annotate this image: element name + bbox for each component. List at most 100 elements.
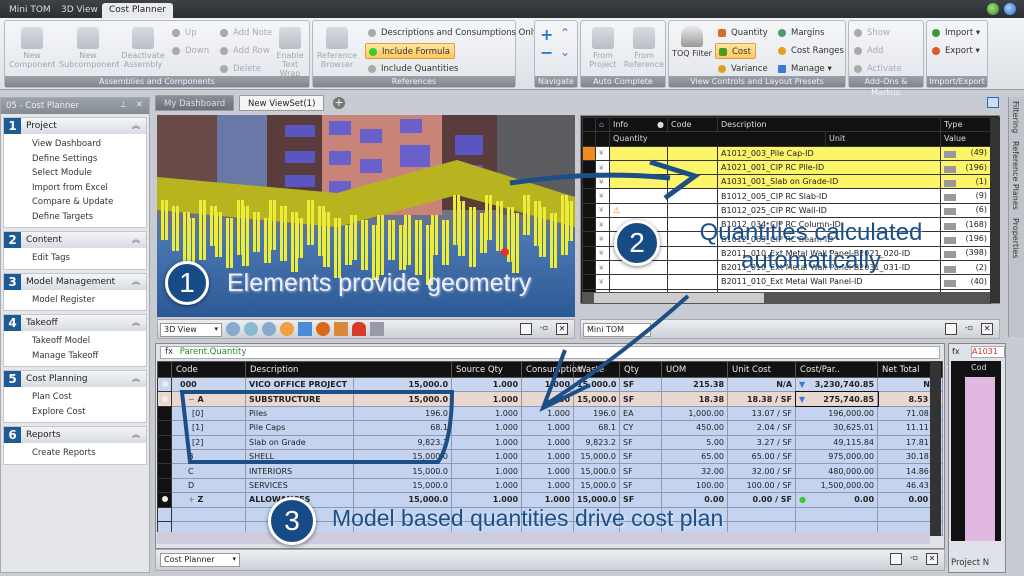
measure-icon[interactable] <box>370 322 384 336</box>
col-unit[interactable]: Unit <box>825 131 941 147</box>
expand-chevron-icon[interactable]: ¥ <box>595 274 610 290</box>
from-reference-button[interactable]: From Reference <box>623 27 665 69</box>
row-selector[interactable] <box>582 231 596 247</box>
col-value[interactable]: Value <box>940 131 991 147</box>
close-icon[interactable]: ✕ <box>556 323 568 335</box>
side-tab-filtering[interactable]: Filtering <box>1011 101 1020 133</box>
collapse-chevron-icon[interactable]: ︽ <box>132 232 140 248</box>
pin-icon[interactable]: -▫ <box>538 323 550 335</box>
row-selector[interactable] <box>157 434 172 450</box>
section-header[interactable]: 1 Project ︽ <box>4 118 146 134</box>
row-selector[interactable] <box>157 477 172 494</box>
sidebar-item-define-targets[interactable]: Define Targets <box>32 210 146 225</box>
show-button[interactable]: Show <box>851 25 890 41</box>
cost-row[interactable]: D SERVICES 15,000.0 1.000 1.000 15,000.0 SF 100… <box>157 477 944 494</box>
col-consumption[interactable]: Consumption <box>521 361 582 378</box>
zoom-window-icon[interactable] <box>244 322 258 336</box>
add-note-button[interactable]: Add Note <box>217 25 272 41</box>
col-quantity[interactable]: Quantity <box>609 131 826 147</box>
row-selector[interactable] <box>157 391 172 407</box>
expand-chevron-icon[interactable]: ¥ <box>595 202 610 219</box>
tom-row[interactable]: ¥ ⚠ B1012_025_CIP RC Wall-ID (6) <box>582 202 991 219</box>
3d-viewport[interactable]: 1 Elements provide geometry <box>157 115 575 317</box>
mini-tom-selector[interactable]: Mini TOM <box>583 323 651 337</box>
cost-planner-selector[interactable]: Cost Planner ▾ <box>160 553 240 567</box>
cost-row[interactable]: 000 VICO OFFICE PROJECT 15,000.0 1.000 1.000… <box>157 376 944 393</box>
zoom-icon[interactable] <box>262 322 276 336</box>
expand-chevron-icon[interactable]: ¥ <box>595 217 610 233</box>
pin-icon[interactable]: -▫ <box>908 553 920 565</box>
section-header[interactable]: 2 Content ︽ <box>4 232 146 248</box>
col-info[interactable]: Info ● <box>609 116 668 133</box>
sidebar-item-model-register[interactable]: Model Register <box>32 293 146 308</box>
cost-planner-scrollbar[interactable] <box>930 361 941 536</box>
side-tab-reference-planes[interactable]: Reference Planes <box>1011 141 1020 210</box>
walk-icon[interactable] <box>298 322 312 336</box>
col-qty[interactable]: Qty <box>619 361 663 378</box>
sidebar-item-import-from-excel[interactable]: Import from Excel <box>32 181 146 196</box>
pin-icon[interactable]: ⊥ <box>120 100 127 110</box>
maximize-icon[interactable] <box>945 323 957 335</box>
row-selector[interactable] <box>157 448 172 465</box>
row-selector[interactable] <box>582 145 596 161</box>
expand-chevron-icon[interactable]: ¥ <box>595 259 610 276</box>
expand-icon[interactable]: + <box>188 495 198 504</box>
new-component-button[interactable]: New Component <box>9 27 55 69</box>
col-code[interactable]: Code <box>667 116 718 133</box>
maximize-icon[interactable] <box>890 553 902 565</box>
add-tab-icon[interactable]: + <box>333 97 345 109</box>
desc-only-radio[interactable]: Descriptions and Consumptions Only <box>365 25 538 41</box>
cost-row[interactable]: B SHELL 15,000.0 1.000 1.000 15,000.0 SF 65.00 6… <box>157 448 944 465</box>
chevron-down-icon[interactable]: ⌄ <box>560 45 570 59</box>
tom-row[interactable]: ¥ A1031_001_Slab on Grade-ID (1) <box>582 174 991 190</box>
col-waste[interactable]: Waste <box>573 361 621 378</box>
close-icon[interactable]: ✕ <box>136 100 143 110</box>
app-tab-3d-view[interactable]: 3D View <box>54 3 105 18</box>
sidebar-item-edit-tags[interactable]: Edit Tags <box>32 251 146 266</box>
sidebar-item-compare-update[interactable]: Compare & Update <box>32 195 146 210</box>
deactivate-assembly-button[interactable]: Deactivate Assembly <box>121 27 165 69</box>
export-dropdown[interactable]: Export ▾ <box>929 43 980 59</box>
collapse-chevron-icon[interactable]: ︽ <box>132 274 140 290</box>
tom-row[interactable]: ¥ A1012_003_Pile Cap-ID (49) <box>582 145 991 161</box>
row-selector[interactable] <box>582 174 596 190</box>
collapse-chevron-icon[interactable]: ︽ <box>132 427 140 443</box>
variance-preset-button[interactable]: Variance <box>715 61 768 77</box>
tab-new-viewset[interactable]: New ViewSet(1) <box>239 95 325 111</box>
cost-ranges-preset-button[interactable]: Cost Ranges <box>775 43 844 59</box>
maximize-icon[interactable] <box>520 323 532 335</box>
from-project-button[interactable]: From Project <box>583 27 623 69</box>
close-icon[interactable]: ✕ <box>981 323 993 335</box>
col-cost-par-[interactable]: Cost/Par.. <box>795 361 879 378</box>
row-selector[interactable] <box>157 463 172 479</box>
row-selector[interactable] <box>582 202 596 219</box>
mini-tom-scrollbar[interactable] <box>990 117 1000 303</box>
collapse-chevron-icon[interactable]: ︽ <box>132 371 140 387</box>
row-selector[interactable] <box>582 188 596 204</box>
col-description[interactable]: Description <box>717 116 941 133</box>
side-tab-properties[interactable]: Properties <box>1011 218 1020 258</box>
cost-row[interactable]: − A SUBSTRUCTURE 15,000.0 1.000 1.000 15,000.… <box>157 390 944 408</box>
expand-chevron-icon[interactable]: ¥ <box>595 231 610 247</box>
tab-my-dashboard[interactable]: My Dashboard <box>155 95 235 111</box>
home-icon[interactable]: ⌂ <box>595 116 610 133</box>
add-button[interactable]: Add <box>851 43 883 59</box>
row-selector[interactable] <box>582 274 596 290</box>
sidebar-item-takeoff-model[interactable]: Takeoff Model <box>32 334 146 349</box>
sidebar-item-create-reports[interactable]: Create Reports <box>32 446 146 461</box>
app-tab-mini-tom[interactable]: Mini TOM <box>2 3 58 18</box>
quantity-preset-button[interactable]: Quantity <box>715 25 768 41</box>
sidebar-item-define-settings[interactable]: Define Settings <box>32 152 146 167</box>
toq-filter-button[interactable]: TOQ Filter <box>671 25 713 58</box>
row-selector[interactable] <box>582 159 596 176</box>
import-dropdown[interactable]: Import ▾ <box>929 25 980 41</box>
row-selector[interactable] <box>582 245 596 261</box>
cost-row[interactable]: [2] Slab on Grade 9,823.2 1.000 1.000 9,823.2… <box>157 434 944 450</box>
expand-chevron-icon[interactable]: ¥ <box>595 188 610 204</box>
project-navigator-tab[interactable]: Project N <box>951 558 989 568</box>
refresh-icon[interactable] <box>987 3 999 15</box>
orbit-icon[interactable] <box>316 322 330 336</box>
cost-row[interactable]: [1] Pile Caps 68.1 1.000 1.000 68.1 CY 450.00 2.… <box>157 420 944 436</box>
include-quantities-radio[interactable]: Include Quantities <box>365 61 458 77</box>
pin-icon[interactable]: -▫ <box>963 323 975 335</box>
